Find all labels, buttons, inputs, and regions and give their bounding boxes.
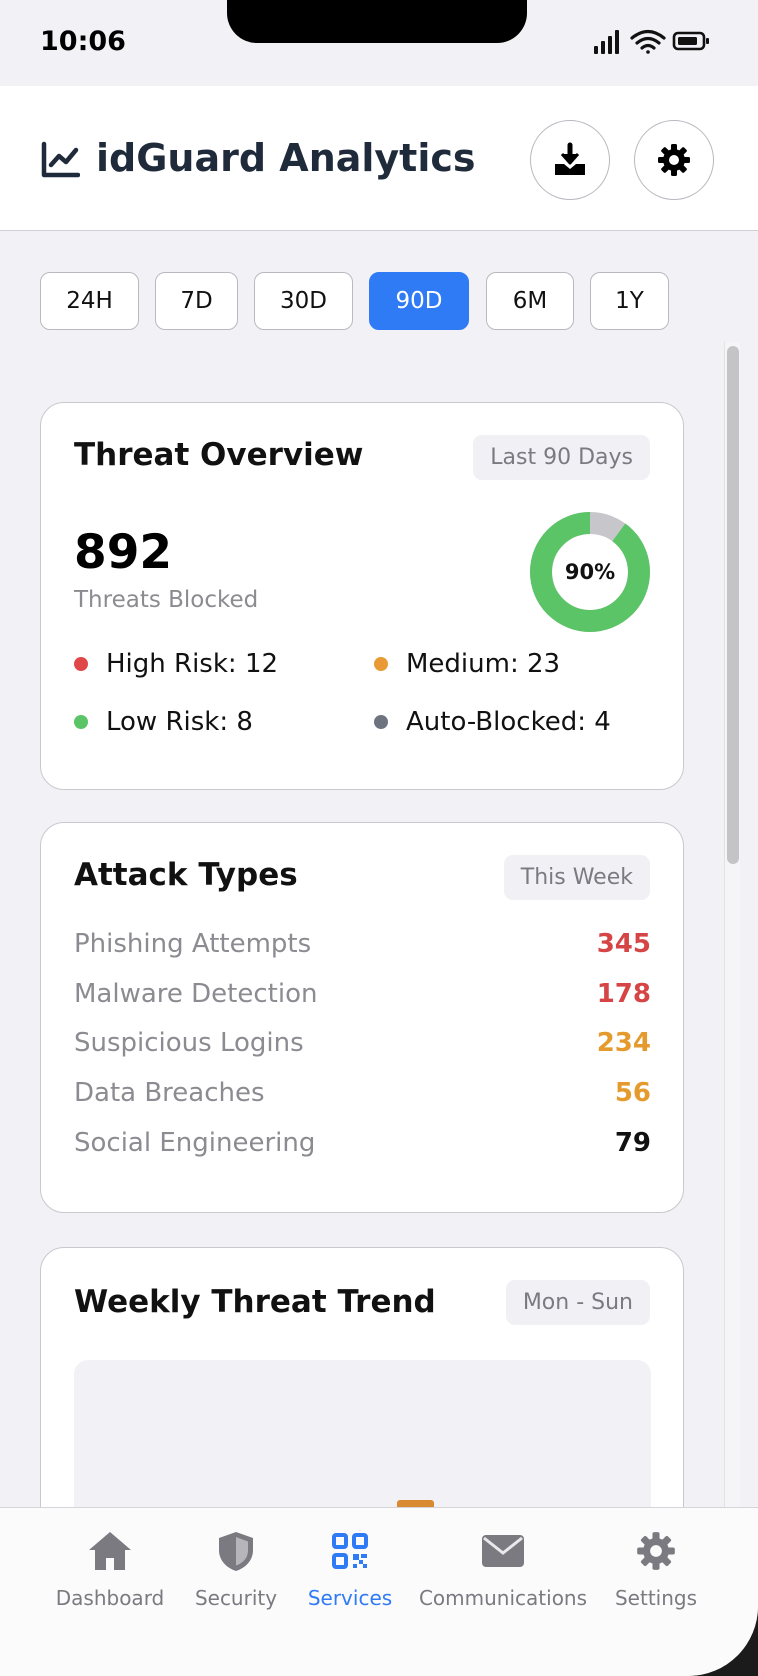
tab-dashboard[interactable]: Dashboard xyxy=(55,1530,165,1610)
scrollbar-track[interactable] xyxy=(724,342,740,1508)
tab-settings[interactable]: Settings xyxy=(612,1530,700,1610)
status-bar: 10:06 xyxy=(0,0,758,86)
range-6m-button[interactable]: 6M xyxy=(486,272,574,330)
home-icon xyxy=(87,1530,133,1572)
attack-types-badge: This Week xyxy=(503,855,650,900)
notch xyxy=(227,0,527,43)
app-title: idGuard Analytics xyxy=(96,136,476,180)
attack-types-title: Attack Types xyxy=(74,857,298,893)
wifi-icon xyxy=(630,29,666,54)
legend-medium-label: Medium: 23 xyxy=(406,649,561,679)
tab-label: Security xyxy=(194,1586,278,1610)
attack-types-card: Attack Types This Week Phishing Attempts… xyxy=(40,822,684,1213)
range-24h-button[interactable]: 24H xyxy=(40,272,139,330)
attack-value: 234 xyxy=(596,1028,651,1058)
tab-label: Communications xyxy=(418,1586,588,1610)
bottom-tab-bar: Dashboard Security Services Communicatio… xyxy=(0,1507,758,1676)
low-risk-dot xyxy=(74,715,88,729)
scrollbar-thumb[interactable] xyxy=(727,346,739,864)
weekly-trend-bar-chart xyxy=(397,1500,434,1508)
legend-high-risk: High Risk: 12 xyxy=(74,649,278,679)
weekly-trend-title: Weekly Threat Trend xyxy=(74,1284,436,1320)
attack-label: Data Breaches xyxy=(74,1078,265,1108)
legend-medium: Medium: 23 xyxy=(374,649,560,679)
range-30d-button[interactable]: 30D xyxy=(254,272,353,330)
content-scroll-area[interactable]: 24H 7D 30D 90D 6M 1Y Threat Overview Las… xyxy=(0,232,758,1508)
tab-label: Services xyxy=(307,1586,393,1610)
legend-high-risk-label: High Risk: 12 xyxy=(106,649,279,679)
attack-value: 178 xyxy=(596,979,651,1009)
legend-auto-blocked-label: Auto-Blocked: 4 xyxy=(406,707,611,737)
weekly-trend-badge: Mon - Sun xyxy=(505,1280,650,1325)
threats-blocked-caption: Threats Blocked xyxy=(74,587,259,613)
envelope-icon xyxy=(480,1530,526,1572)
attack-row-data-breaches[interactable]: Data Breaches 56 xyxy=(74,1073,651,1113)
range-7d-button[interactable]: 7D xyxy=(155,272,238,330)
attack-label: Social Engineering xyxy=(74,1128,316,1158)
threat-overview-card: Threat Overview Last 90 Days 892 Threats… xyxy=(40,402,684,790)
attack-value: 56 xyxy=(614,1078,651,1108)
attack-row-suspicious-logins[interactable]: Suspicious Logins 234 xyxy=(74,1023,651,1063)
attack-row-malware[interactable]: Malware Detection 178 xyxy=(74,974,651,1014)
settings-button[interactable] xyxy=(634,120,714,200)
high-risk-dot xyxy=(74,657,88,671)
attack-label: Phishing Attempts xyxy=(74,929,312,959)
weekly-trend-card: Weekly Threat Trend Mon - Sun xyxy=(40,1247,684,1508)
status-icons xyxy=(594,29,709,54)
legend-auto-blocked: Auto-Blocked: 4 xyxy=(374,707,611,737)
gear-icon xyxy=(658,144,690,176)
medium-risk-dot xyxy=(374,657,388,671)
legend-low-risk-label: Low Risk: 8 xyxy=(106,707,253,737)
attack-label: Suspicious Logins xyxy=(74,1028,304,1058)
tab-label: Dashboard xyxy=(55,1586,165,1610)
threat-overview-badge: Last 90 Days xyxy=(473,435,650,480)
auto-blocked-dot xyxy=(374,715,388,729)
donut-percent-label: 90% xyxy=(564,560,616,584)
attack-label: Malware Detection xyxy=(74,979,318,1009)
attack-row-social-engineering[interactable]: Social Engineering 79 xyxy=(74,1123,651,1163)
tab-label: Settings xyxy=(614,1586,698,1610)
signal-icon xyxy=(594,30,619,54)
attack-value: 345 xyxy=(596,929,651,959)
download-icon xyxy=(555,142,585,175)
threats-blocked-count: 892 xyxy=(74,525,173,580)
attack-row-phishing[interactable]: Phishing Attempts 345 xyxy=(74,924,651,964)
qr-code-icon xyxy=(327,1530,373,1572)
gear-icon xyxy=(633,1530,679,1572)
app-header: idGuard Analytics xyxy=(0,86,758,231)
status-time: 10:06 xyxy=(40,26,126,57)
attack-value: 79 xyxy=(614,1128,651,1158)
tab-services[interactable]: Services xyxy=(307,1530,393,1610)
battery-icon xyxy=(672,31,709,51)
range-1y-button[interactable]: 1Y xyxy=(590,272,669,330)
tab-communications[interactable]: Communications xyxy=(419,1530,587,1610)
legend-low-risk: Low Risk: 8 xyxy=(74,707,253,737)
tab-security[interactable]: Security xyxy=(194,1530,278,1610)
download-button[interactable] xyxy=(530,120,610,200)
range-90d-button[interactable]: 90D xyxy=(369,272,469,330)
threat-overview-title: Threat Overview xyxy=(74,437,364,473)
weekly-trend-chart-area xyxy=(74,1360,651,1508)
shield-icon xyxy=(213,1530,259,1572)
analytics-chart-icon xyxy=(41,141,80,178)
phone-screen: 10:06 idGuard Analytics 24H 7D 30D 90D 6… xyxy=(0,0,758,1676)
